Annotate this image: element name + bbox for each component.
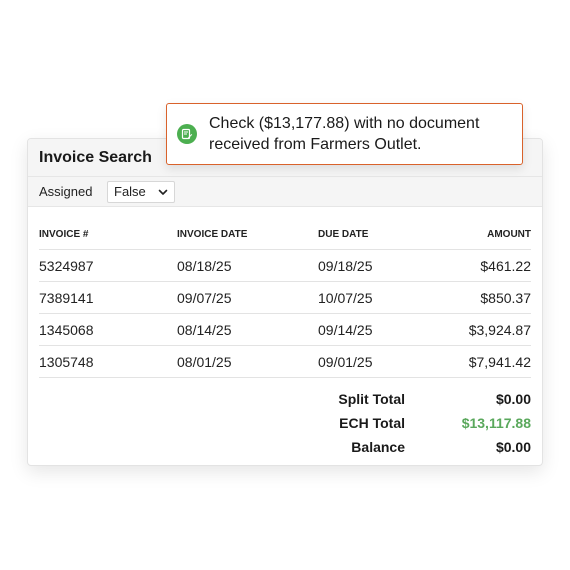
toast-message: Check ($13,177.88) with no document rece… — [209, 115, 480, 153]
ech-total-row: ECH Total $13,117.88 — [271, 411, 531, 435]
balance-label: Balance — [351, 439, 405, 455]
notification-toast[interactable]: Check ($13,177.88) with no document rece… — [166, 103, 523, 165]
due-date-cell: 09/14/25 — [318, 313, 436, 346]
invoice-number-cell: 5324987 — [39, 249, 177, 282]
split-total-label: Split Total — [338, 391, 405, 407]
invoice-date-cell: 08/01/25 — [177, 345, 318, 378]
document-edit-icon — [177, 124, 197, 144]
column-header-amount[interactable]: AMOUNT — [436, 219, 531, 250]
table-row[interactable]: 7389141 09/07/25 10/07/25 $850.37 — [39, 281, 531, 314]
invoice-date-cell: 08/18/25 — [177, 249, 318, 282]
invoice-number-cell: 7389141 — [39, 281, 177, 314]
table-row[interactable]: 5324987 08/18/25 09/18/25 $461.22 — [39, 249, 531, 282]
panel-title: Invoice Search — [39, 148, 152, 166]
invoice-table: INVOICE # INVOICE DATE DUE DATE AMOUNT 5… — [39, 219, 531, 378]
split-total-value: $0.00 — [495, 391, 531, 407]
amount-cell: $461.22 — [436, 249, 531, 282]
column-header-due-date[interactable]: DUE DATE — [318, 219, 436, 250]
due-date-cell: 09/01/25 — [318, 345, 436, 378]
amount-cell: $850.37 — [436, 281, 531, 314]
due-date-cell: 10/07/25 — [318, 281, 436, 314]
amount-cell: $7,941.42 — [436, 345, 531, 378]
invoice-number-cell: 1305748 — [39, 345, 177, 378]
totals-section: Split Total $0.00 ECH Total $13,117.88 B… — [271, 387, 531, 459]
ech-total-value: $13,117.88 — [461, 415, 531, 431]
table-header-row: INVOICE # INVOICE DATE DUE DATE AMOUNT — [39, 219, 531, 250]
table-row[interactable]: 1305748 08/01/25 09/01/25 $7,941.42 — [39, 345, 531, 378]
invoice-date-cell: 08/14/25 — [177, 313, 318, 346]
assigned-select-value: False — [114, 184, 146, 199]
filter-row: Assigned False — [28, 177, 542, 207]
column-header-invoice-date[interactable]: INVOICE DATE — [177, 219, 318, 250]
chevron-down-icon — [158, 189, 168, 195]
column-header-invoice-number[interactable]: INVOICE # — [39, 219, 177, 250]
due-date-cell: 09/18/25 — [318, 249, 436, 282]
invoice-search-panel: Invoice Search Assigned False INVOICE # … — [27, 138, 543, 466]
split-total-row: Split Total $0.00 — [271, 387, 531, 411]
assigned-label: Assigned — [39, 184, 93, 199]
invoice-number-cell: 1345068 — [39, 313, 177, 346]
assigned-select[interactable]: False — [107, 180, 175, 203]
invoice-date-cell: 09/07/25 — [177, 281, 318, 314]
balance-value: $0.00 — [495, 439, 531, 455]
ech-total-label: ECH Total — [339, 415, 405, 431]
amount-cell: $3,924.87 — [436, 313, 531, 346]
table-row[interactable]: 1345068 08/14/25 09/14/25 $3,924.87 — [39, 313, 531, 346]
balance-row: Balance $0.00 — [271, 435, 531, 459]
